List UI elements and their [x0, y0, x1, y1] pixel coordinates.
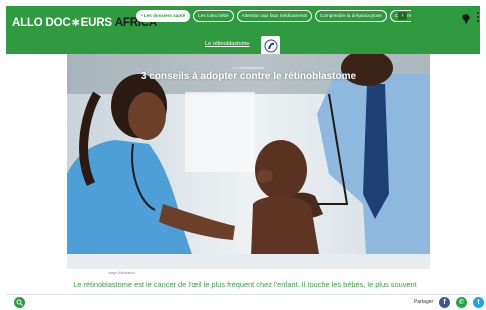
hero-illustration — [67, 54, 430, 269]
whatsapp-share-icon[interactable]: ✆ — [456, 297, 467, 308]
nav-pill-tutos-bebe[interactable]: Les tuteu bébé — [193, 10, 234, 22]
nav-pill-faux-medicaments[interactable]: Attention aux faux médicaments — [236, 10, 313, 22]
hero-kicker: Le rétinoblastome — [232, 65, 265, 70]
more-menu-icon[interactable] — [477, 12, 480, 24]
section-link[interactable]: Le rétinoblastome — [205, 40, 249, 48]
search-icon — [16, 299, 23, 306]
logo-text-allo-doc: ALLO DOC — [12, 17, 71, 29]
bottom-share-bar — [6, 294, 480, 310]
nav-pill-drepanocytose[interactable]: Comprendre la drépanocytose — [315, 10, 387, 22]
section-emblem-icon — [261, 36, 280, 55]
image-caption: Image d'illustration — [108, 271, 135, 275]
hero-image: Le rétinoblastome 3 conseils à adopter c… — [67, 54, 430, 269]
topic-nav-strip: • Les dossiers santé Les tuteu bébé Atte… — [136, 10, 411, 22]
share-label: Partager — [414, 299, 434, 305]
hero-title: 3 conseils à adopter contre le rétinobla… — [140, 71, 357, 82]
search-button[interactable] — [14, 297, 25, 308]
africa-map-icon[interactable] — [462, 14, 470, 24]
nav-pill-dossiers-sante[interactable]: • Les dossiers santé — [136, 10, 191, 22]
logo-text-eurs: EURS — [80, 17, 112, 29]
nav-next-arrow-icon[interactable]: › — [398, 12, 407, 20]
logo-star-icon: ✱ — [71, 17, 80, 29]
twitter-share-icon[interactable]: t — [473, 297, 484, 308]
facebook-share-icon[interactable]: f — [439, 297, 450, 308]
